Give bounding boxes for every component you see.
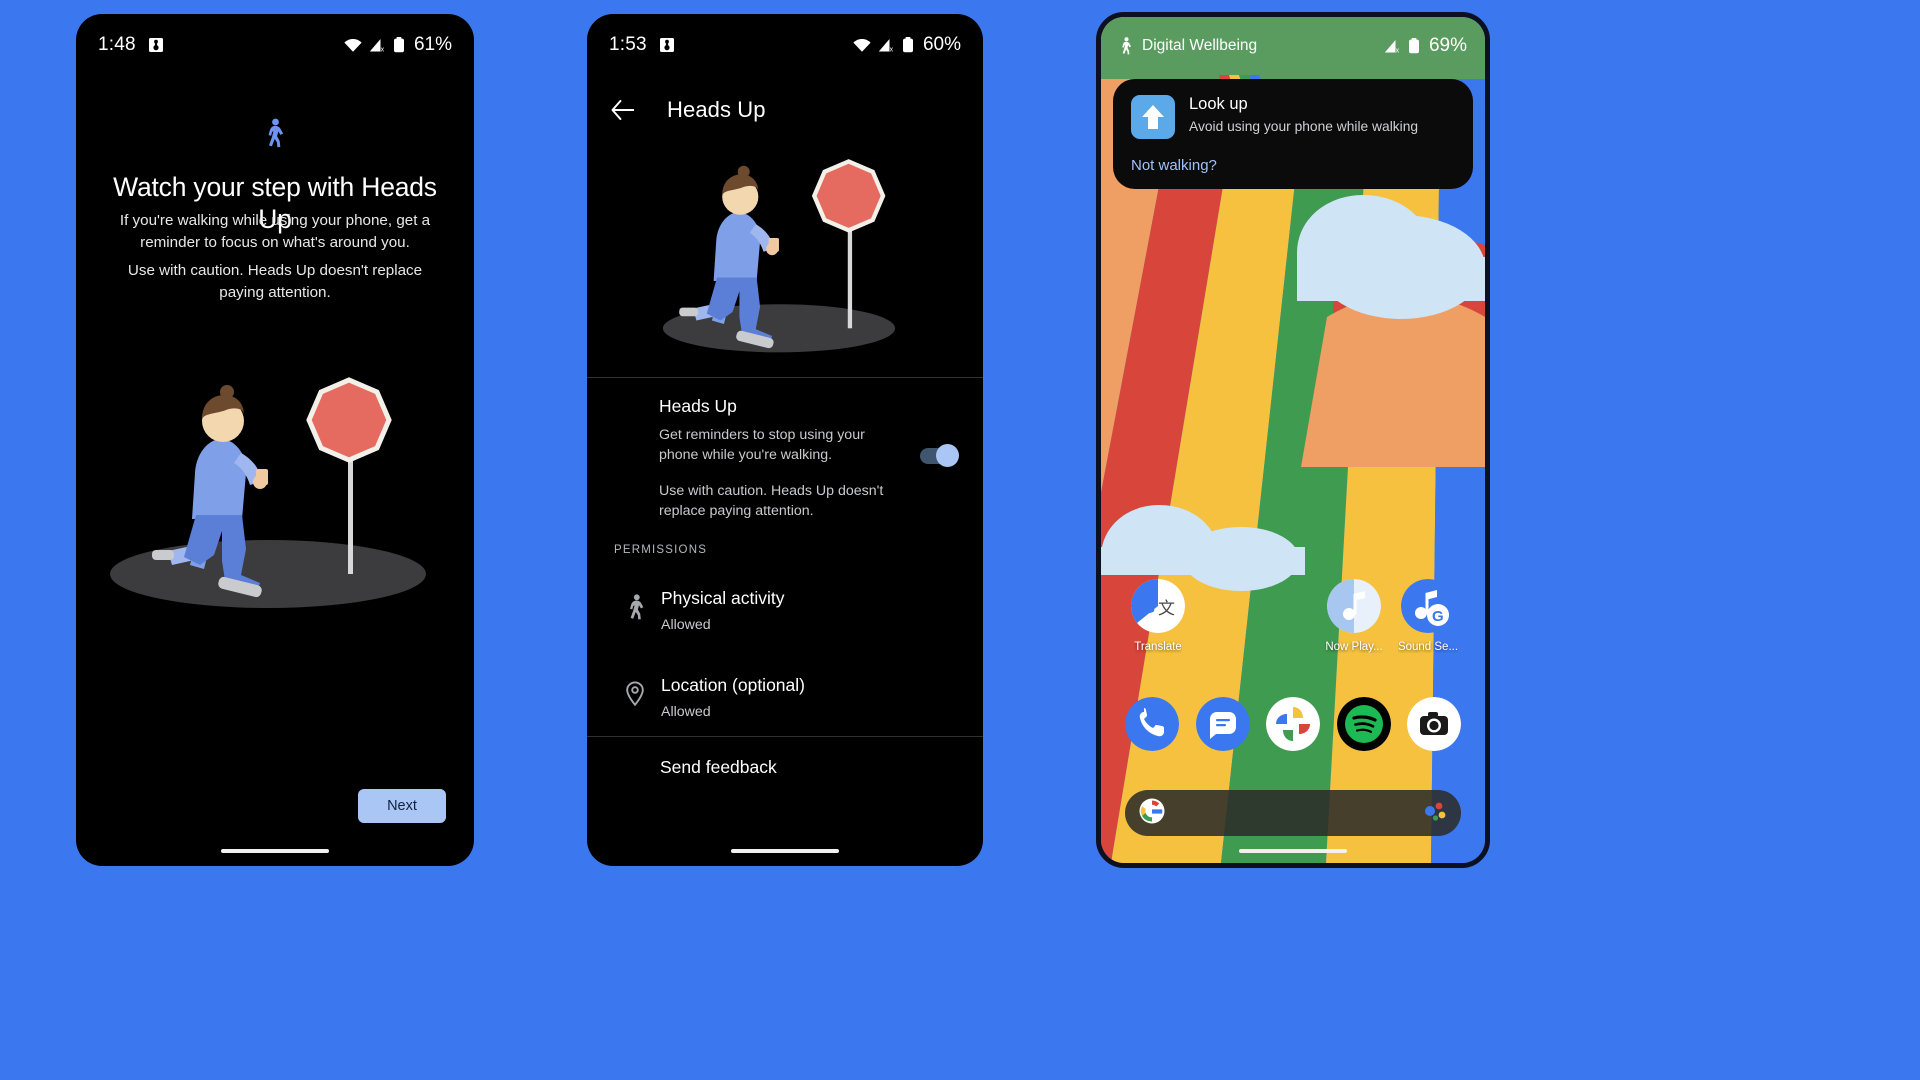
heads-up-switch[interactable] bbox=[920, 444, 959, 467]
battery-icon bbox=[902, 37, 914, 53]
status-bar: 1:53 x 60% bbox=[587, 14, 983, 76]
notification-subtitle: Avoid using your phone while walking bbox=[1189, 119, 1419, 134]
phone-icon[interactable] bbox=[1125, 697, 1179, 751]
running-person-icon bbox=[611, 588, 659, 620]
status-bar: 1:48 x 61% bbox=[76, 14, 474, 76]
setting-title: Heads Up bbox=[659, 396, 737, 416]
app-sound-search[interactable]: G Sound Se... bbox=[1391, 579, 1465, 653]
battery-percent: 69% bbox=[1428, 35, 1467, 56]
battery-percent: 61% bbox=[413, 34, 452, 55]
spotify-icon[interactable] bbox=[1336, 697, 1391, 751]
status-time: 1:48 bbox=[98, 34, 136, 55]
permission-row-physical-activity[interactable]: Physical activity Allowed bbox=[587, 574, 983, 647]
wifi-icon bbox=[853, 38, 871, 53]
google-search-bar[interactable] bbox=[1125, 790, 1461, 836]
messages-icon[interactable] bbox=[1195, 697, 1250, 751]
svg-text:x: x bbox=[381, 46, 385, 52]
look-up-arrow-icon bbox=[1131, 95, 1175, 139]
phone-onboarding: 1:48 x 61% Watch your step with Heads Up… bbox=[76, 14, 474, 866]
app-bar-title: Heads Up bbox=[667, 97, 766, 122]
app-label: Now Play... bbox=[1325, 641, 1383, 653]
home-indicator[interactable] bbox=[221, 849, 329, 853]
battery-icon bbox=[393, 37, 405, 53]
send-feedback-section: Send feedback bbox=[587, 737, 983, 798]
notification-title: Look up bbox=[1189, 95, 1248, 113]
permissions-section: PERMISSIONS Physical activity Allowed Lo… bbox=[587, 544, 983, 734]
google-g-icon bbox=[1139, 798, 1165, 829]
dock bbox=[1101, 697, 1485, 751]
status-bar: Digital Wellbeing x 69% bbox=[1101, 17, 1485, 75]
battery-percent: 60% bbox=[922, 34, 961, 55]
notification-action-not-walking[interactable]: Not walking? bbox=[1131, 157, 1217, 174]
google-assistant-icon[interactable] bbox=[1423, 800, 1447, 827]
svg-text:x: x bbox=[890, 46, 894, 52]
back-arrow-icon[interactable] bbox=[599, 87, 645, 133]
svg-text:文: 文 bbox=[1158, 599, 1175, 618]
wifi-icon bbox=[344, 38, 362, 53]
onboarding-body-2: Use with caution. Heads Up doesn't repla… bbox=[127, 262, 423, 301]
camera-icon[interactable] bbox=[1407, 697, 1461, 751]
heads-up-notification[interactable]: Look up Avoid using your phone while wal… bbox=[1113, 79, 1473, 189]
permission-row-location[interactable]: Location (optional) Allowed bbox=[587, 661, 983, 734]
location-pin-icon bbox=[611, 675, 659, 707]
status-time: 1:53 bbox=[609, 34, 647, 55]
battery-icon bbox=[1408, 38, 1420, 54]
permission-title: Location (optional) bbox=[661, 675, 805, 695]
svg-text:x: x bbox=[1396, 47, 1400, 53]
now-playing-icon bbox=[1327, 579, 1381, 633]
home-indicator[interactable] bbox=[731, 849, 839, 853]
next-button[interactable]: Next bbox=[358, 789, 446, 823]
sound-search-icon: G bbox=[1401, 579, 1455, 633]
walking-person-icon bbox=[1119, 37, 1133, 55]
cellular-icon: x bbox=[1384, 39, 1401, 54]
permission-status: Allowed bbox=[661, 704, 711, 720]
google-translate-icon: G 文 bbox=[1131, 579, 1185, 633]
app-now-playing[interactable]: Now Play... bbox=[1317, 579, 1391, 653]
screenshot-stage: 1:48 x 61% Watch your step with Heads Up… bbox=[0, 0, 1920, 1080]
onboarding-body-1: If you're walking while using your phone… bbox=[119, 212, 431, 251]
notification-app-icon bbox=[659, 37, 675, 53]
status-app-label: Digital Wellbeing bbox=[1142, 37, 1258, 54]
google-photos-icon[interactable] bbox=[1266, 697, 1320, 751]
heads-up-toggle-row[interactable]: Heads Up Get reminders to stop using you… bbox=[587, 378, 983, 522]
send-feedback-row[interactable]: Send feedback bbox=[587, 737, 983, 798]
permissions-label: PERMISSIONS bbox=[614, 544, 708, 556]
setting-description-1: Get reminders to stop using your phone w… bbox=[659, 427, 865, 463]
svg-text:G: G bbox=[1432, 608, 1444, 625]
walking-person-icon bbox=[76, 118, 474, 148]
cellular-icon: x bbox=[369, 38, 386, 53]
notification-app-icon bbox=[148, 37, 164, 53]
home-indicator[interactable] bbox=[1239, 849, 1347, 853]
walking-illustration bbox=[587, 142, 983, 377]
switch-knob bbox=[936, 444, 959, 467]
app-bar: Heads Up bbox=[587, 76, 983, 144]
phone-settings: 1:53 x 60% Heads Up Heads Up Get reminde… bbox=[587, 14, 983, 866]
phone-home-screen: Digital Wellbeing x 69% Look up Avoid us… bbox=[1096, 12, 1490, 868]
permission-status: Allowed bbox=[661, 617, 711, 633]
app-translate[interactable]: G 文 Translate bbox=[1121, 579, 1195, 653]
app-label: Sound Se... bbox=[1397, 641, 1459, 653]
svg-text:G: G bbox=[1142, 598, 1155, 617]
permission-title: Physical activity bbox=[661, 588, 785, 608]
setting-description-2: Use with caution. Heads Up doesn't repla… bbox=[659, 482, 884, 519]
home-app-row: G 文 Translate Now Play... G Sound Se... bbox=[1101, 579, 1485, 653]
heads-up-setting-section: Heads Up Get reminders to stop using you… bbox=[587, 378, 983, 522]
app-label: Translate bbox=[1134, 641, 1182, 653]
walking-illustration bbox=[76, 369, 474, 619]
cellular-icon: x bbox=[878, 38, 895, 53]
